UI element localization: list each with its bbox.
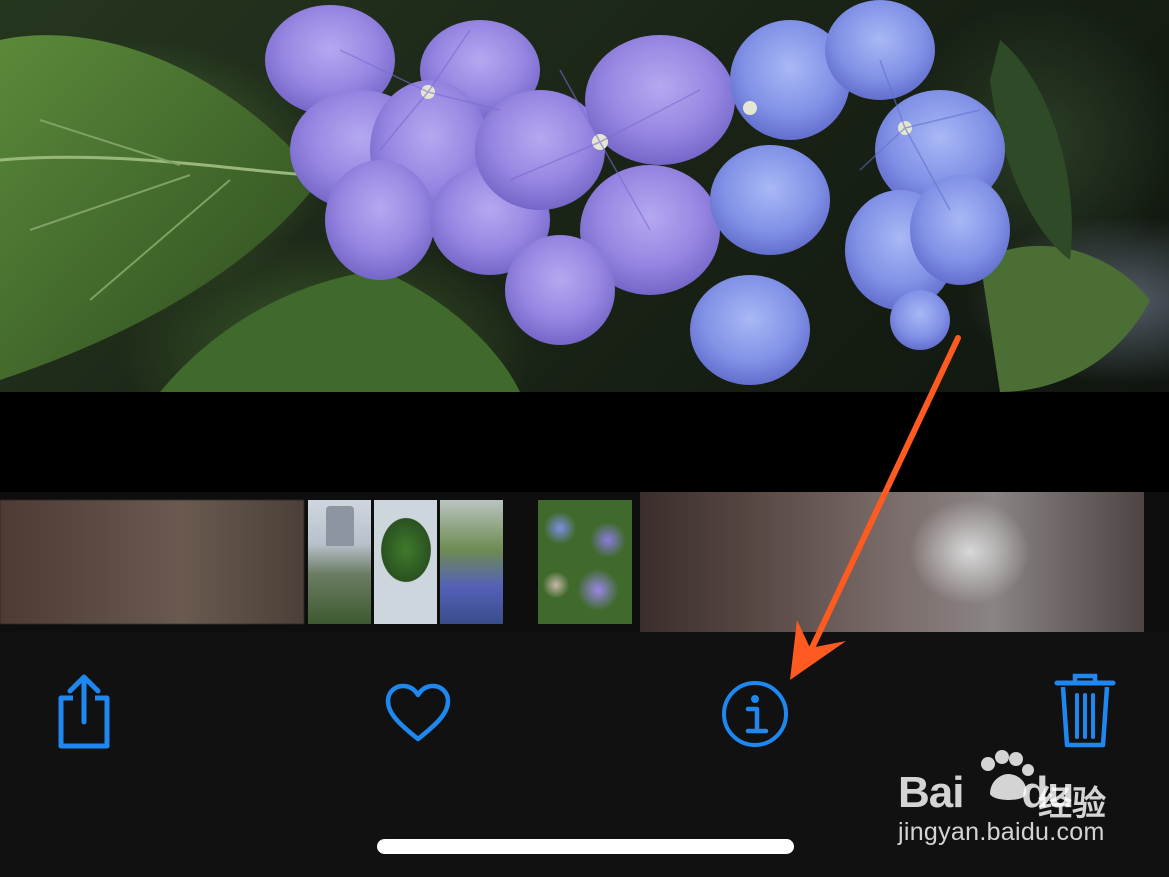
share-button[interactable] [48,672,120,752]
tower-thumbnail[interactable] [308,500,371,624]
favorite-button[interactable] [380,678,456,748]
home-indicator[interactable] [377,839,794,854]
hydrangea-garden-thumbnail[interactable] [440,500,503,624]
heart-icon [385,683,451,742]
watermark-url: jingyan.baidu.com [898,818,1105,846]
info-icon [722,681,788,747]
photo-letterbox [0,392,1169,492]
tree-thumbnail[interactable] [374,500,437,624]
hydrangea-thumbnail-selected[interactable] [538,500,632,624]
trash-icon [1054,673,1116,748]
blurred-thumbnail-2[interactable] [640,492,1144,632]
hydrangea-photo [0,0,1150,392]
info-button[interactable] [716,676,794,752]
thumbnail-filmstrip[interactable] [0,492,1169,632]
baidu-jingyan-watermark: Bai du 经验 jingyan.baidu.com [898,750,1148,860]
share-icon [58,674,110,749]
delete-button[interactable] [1048,670,1122,752]
photo-viewer[interactable] [0,0,1169,392]
blurred-thumbnail-1[interactable] [0,500,304,624]
